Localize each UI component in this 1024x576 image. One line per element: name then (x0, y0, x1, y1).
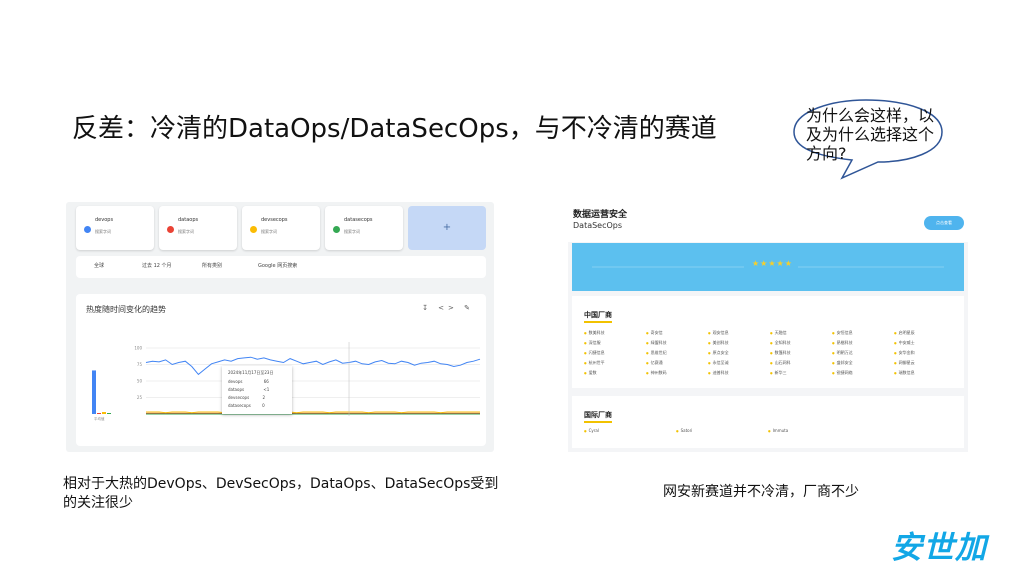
term-card-datasecops[interactable]: datasecops 搜索字词 (325, 206, 403, 250)
vendor-item[interactable]: 永信至诚 (708, 360, 729, 366)
series-dot-icon (250, 226, 257, 233)
series-dot-icon (84, 226, 91, 233)
vendor-item[interactable]: 安华金和 (894, 350, 915, 356)
filter-category[interactable]: 所有类别 (202, 262, 222, 269)
term-name: devops (95, 217, 114, 223)
vendor-item[interactable]: 昂楷科技 (832, 340, 853, 346)
tooltip-row: devops 66 (228, 379, 269, 384)
add-term-button[interactable]: + (408, 206, 486, 250)
vendor-item[interactable]: 杭州世平 (584, 360, 605, 366)
section-title: 中国厂商 (584, 310, 612, 323)
vendor-item[interactable]: 爱数 (584, 370, 597, 376)
vendor-item[interactable]: Cyral (584, 428, 599, 433)
term-name: dataops (178, 217, 199, 223)
vendor-item[interactable]: 全知科技 (770, 340, 791, 346)
y-tick-label: 100 (134, 346, 142, 351)
vendor-item[interactable]: 启明星辰 (894, 330, 915, 336)
filter-search-type[interactable]: Google 网页搜索 (258, 262, 297, 269)
term-name: datasecops (344, 217, 373, 223)
term-name: devsecops (261, 217, 288, 223)
brand-logo: 安世加 (891, 530, 987, 566)
average-bar (102, 412, 106, 414)
tooltip-row: devsecops 2 (228, 395, 266, 400)
vendor-item[interactable]: Immuta (768, 428, 789, 433)
google-trends-screenshot: devops 搜索字词 dataops 搜索字词 devsecops 搜索字词 … (66, 202, 494, 452)
vendor-item[interactable]: 美创科技 (708, 340, 729, 346)
filter-bar: 全球 过去 12 个月 所有类别 Google 网页搜索 (76, 256, 486, 278)
series-dot-icon (333, 226, 340, 233)
vendor-map-screenshot: 数据运营安全 DataSecOps 点击查看 ★★★★★ 中国厂商 数美科技 奇安… (568, 200, 968, 452)
vendor-item[interactable]: 数篷科技 (770, 350, 791, 356)
series-dot-icon (167, 226, 174, 233)
bubble-text: 为什么会这样，以及为什么选择这个方向? (806, 106, 935, 163)
vendor-item[interactable]: 中安威士 (894, 340, 915, 346)
view-button[interactable]: 点击查看 (924, 216, 964, 230)
vendor-item[interactable]: 奇安信 (646, 330, 663, 336)
china-vendors-section: 中国厂商 数美科技 奇安信 观安信息 天融信 安恒信息 启明星辰深信服 绿盟科技 美创科技 全知… (572, 296, 964, 388)
tooltip-date: 2024年11月17日至23日 (228, 370, 274, 375)
filter-region[interactable]: 全球 (94, 262, 104, 269)
vendor-item[interactable]: 天融信 (770, 330, 787, 336)
term-sub: 搜索字词 (344, 229, 360, 234)
vendor-item[interactable]: 山石网科 (770, 360, 791, 366)
vendor-banner: ★★★★★ (572, 243, 964, 291)
vendor-item[interactable]: 数美科技 (584, 330, 605, 336)
vendor-item[interactable]: 盛邦安全 (832, 360, 853, 366)
section-title: 国际厂商 (584, 410, 612, 423)
vendor-item[interactable]: 闪捷信息 (584, 350, 605, 356)
average-bar (92, 370, 96, 414)
vendor-title: 数据运营安全 (573, 210, 628, 220)
term-sub: 搜索字词 (95, 229, 111, 234)
term-card-devsecops[interactable]: devsecops 搜索字词 (242, 206, 320, 250)
vendor-item[interactable]: 绿盟科技 (646, 340, 667, 346)
vendor-item[interactable]: Satori (676, 428, 693, 433)
vendor-item[interactable]: 深信服 (584, 340, 601, 346)
series-line-devsecops (146, 411, 480, 414)
caption-right: 网安新赛道并不冷清，厂商不少 (663, 484, 859, 500)
vendor-item[interactable]: 网御星云 (894, 360, 915, 366)
average-bar (107, 413, 111, 414)
term-sub: 搜索字词 (261, 229, 277, 234)
vendor-item[interactable]: 思维世纪 (646, 350, 667, 356)
series-line-devops (145, 356, 481, 376)
vendor-item[interactable]: 原点安全 (708, 350, 729, 356)
vendor-item[interactable]: 瑞数信息 (894, 370, 915, 376)
y-tick-label: 50 (137, 379, 143, 384)
y-tick-label: 75 (137, 362, 143, 367)
vendor-header: 数据运营安全 DataSecOps 点击查看 (568, 200, 968, 242)
trend-chart-card: 热度随时间变化的趋势 ↧ <> ✎ 100 75 50 25 平均值 2024年11月1… (76, 294, 486, 446)
y-tick-label: 25 (137, 395, 143, 400)
caption-left: 相对于大热的DevOps、DevSecOps，DataOps、DataSecOp… (63, 476, 499, 511)
chart-tooltip: 2024年11月17日至23日 devops 66 dataops <1 dev… (222, 366, 292, 414)
rating-stars-icon: ★★★★★ (752, 259, 793, 268)
slide-title: 反差：冷清的DataOps/DataSecOps，与不冷清的赛道 (72, 114, 717, 144)
vendor-subtitle: DataSecOps (573, 221, 623, 230)
term-sub: 搜索字词 (178, 229, 194, 234)
vendor-item[interactable]: 观安信息 (708, 330, 729, 336)
vendor-item[interactable]: 明朝万达 (832, 350, 853, 356)
vendor-item[interactable]: 神州数码 (646, 370, 667, 376)
term-card-devops[interactable]: devops 搜索字词 (76, 206, 154, 250)
tooltip-row: dataops <1 (228, 387, 270, 392)
intl-vendors-section: 国际厂商 Cyral Satori Immuta (572, 396, 964, 448)
average-label: 平均值 (94, 416, 105, 421)
filter-time[interactable]: 过去 12 个月 (142, 262, 172, 269)
vendor-item[interactable]: 锐捷网络 (832, 370, 853, 376)
vendor-item[interactable]: 亿赛通 (646, 360, 663, 366)
vendor-item[interactable]: 迪普科技 (708, 370, 729, 376)
vendor-item[interactable]: 安恒信息 (832, 330, 853, 336)
tooltip-row: datasecops 0 (228, 403, 265, 408)
average-bar (97, 413, 101, 414)
term-card-dataops[interactable]: dataops 搜索字词 (159, 206, 237, 250)
vendor-item[interactable]: 新华三 (770, 370, 787, 376)
